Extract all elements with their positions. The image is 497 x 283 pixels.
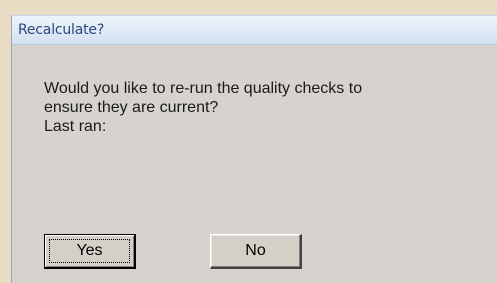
message-line-1: Would you like to re-run the quality che… — [44, 80, 363, 97]
yes-button-label: Yes — [76, 242, 103, 259]
no-button[interactable]: No — [210, 234, 302, 269]
dialog-message: Would you like to re-run the quality che… — [44, 79, 484, 136]
last-ran-label: Last ran: — [44, 118, 107, 135]
yes-button[interactable]: Yes — [44, 234, 136, 269]
dialog-title-bar[interactable]: Recalculate? — [12, 16, 497, 45]
recalculate-dialog: Recalculate? Would you like to re-run th… — [11, 15, 497, 283]
no-button-label: No — [245, 242, 266, 259]
dialog-title: Recalculate? — [18, 22, 105, 38]
message-line-2: ensure they are current? — [44, 99, 219, 116]
yes-button-focus-ring: Yes — [49, 239, 130, 263]
